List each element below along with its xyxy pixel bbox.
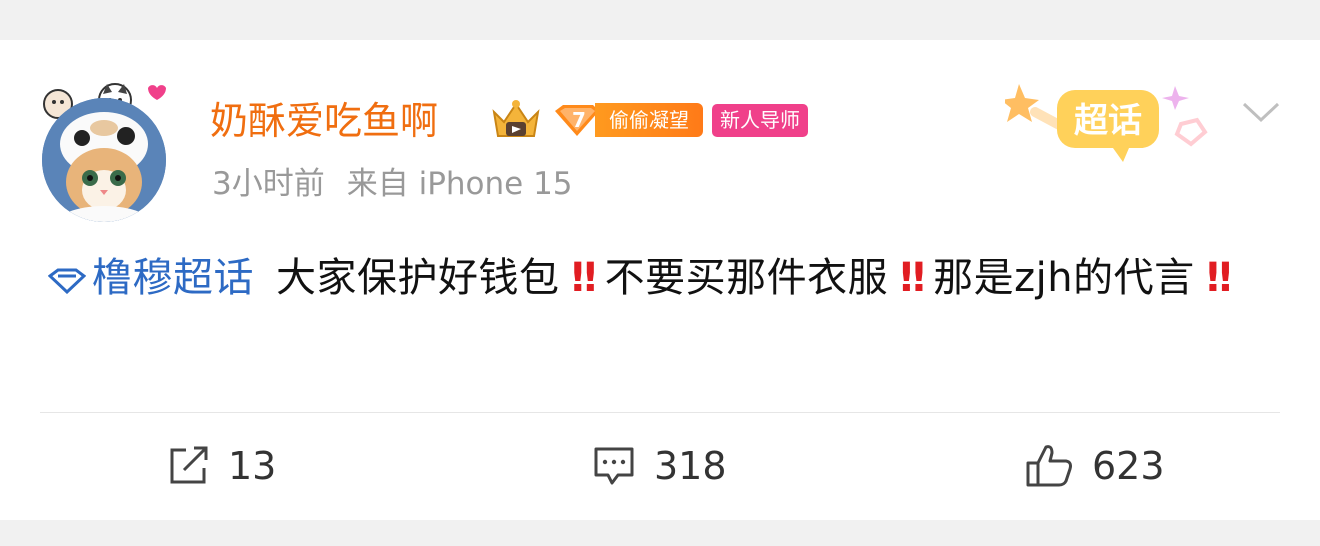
level-badge[interactable]: 7 偷偷凝望 [553, 103, 705, 137]
like-count: 623 [1092, 444, 1165, 488]
divider [40, 412, 1280, 413]
diamond-topic-icon [47, 268, 87, 295]
post-meta: 3小时前 来自 iPhone 15 [212, 164, 573, 204]
topic-link[interactable]: 橹穆超话 [47, 255, 254, 301]
username[interactable]: 奶酥爱吃鱼啊 [210, 96, 438, 146]
level-number: 7 [572, 108, 586, 132]
repost-icon [170, 446, 208, 484]
comment-button[interactable]: 318 [592, 440, 727, 492]
crown-icon[interactable] [488, 98, 544, 144]
post-text-segment: 那是zjh的代言 [933, 255, 1195, 301]
comment-icon [594, 447, 634, 485]
topic-label: 橹穆超话 [92, 255, 254, 301]
thumbs-up-icon [1026, 445, 1072, 487]
post-text-segment: 不要买那件衣服 [604, 255, 889, 301]
level-label: 偷偷凝望 [595, 103, 703, 137]
post-text-segment: 大家保护好钱包 [276, 255, 560, 301]
chevron-down-icon[interactable] [1240, 96, 1282, 126]
super-topic-badge[interactable]: 超话 [1005, 72, 1215, 172]
post-time: 3小时前 [212, 166, 325, 202]
super-topic-label: 超话 [1074, 101, 1142, 141]
mentor-badge[interactable]: 新人导师 [712, 104, 808, 137]
double-exclamation-icon: ‼ [1206, 255, 1232, 301]
repost-button[interactable]: 13 [168, 440, 276, 492]
repost-count: 13 [228, 444, 277, 488]
double-exclamation-icon: ‼ [900, 255, 925, 301]
like-button[interactable]: 623 [1024, 440, 1165, 492]
post-content: 橹穆超话 大家保护好钱包 ‼ 不要买那件衣服 ‼ 那是zjh的代言 ‼ [47, 246, 1288, 310]
comment-count: 318 [654, 444, 727, 488]
double-exclamation-icon: ‼ [571, 255, 597, 301]
post-source: 来自 iPhone 15 [346, 166, 573, 202]
avatar[interactable] [40, 82, 170, 222]
